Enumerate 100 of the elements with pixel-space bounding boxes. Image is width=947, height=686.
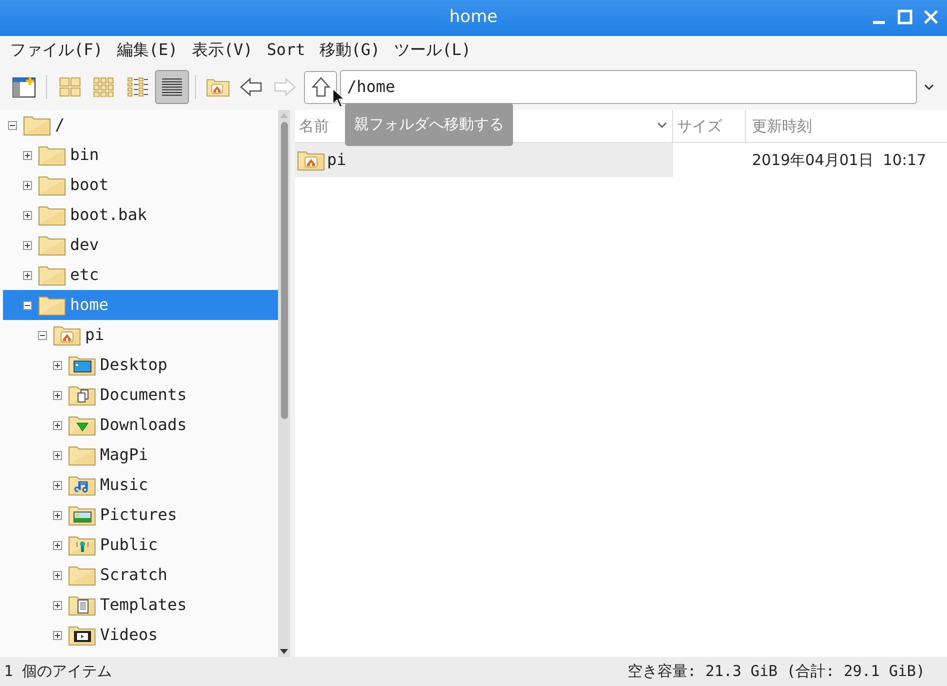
folder-icon bbox=[68, 414, 96, 436]
tree-item[interactable]: etc bbox=[3, 260, 278, 290]
expand-icon[interactable] bbox=[53, 510, 62, 520]
folder-icon bbox=[68, 534, 96, 556]
expand-icon[interactable] bbox=[53, 540, 62, 550]
column-header[interactable]: サイズ bbox=[673, 110, 746, 142]
menu-item[interactable]: 表示(V) bbox=[192, 38, 253, 62]
tree-item[interactable]: bin bbox=[3, 140, 278, 170]
collapse-icon[interactable] bbox=[8, 120, 17, 130]
tree-item[interactable]: Music bbox=[3, 470, 278, 500]
file-name: pi bbox=[327, 149, 346, 171]
tree-label: Music bbox=[100, 474, 148, 496]
tree-label: boot bbox=[70, 174, 109, 196]
path-field[interactable]: /home bbox=[340, 70, 917, 104]
scroll-down-icon[interactable] bbox=[280, 649, 288, 655]
tooltip: 親フォルダへ移動する bbox=[345, 103, 513, 146]
menu-item[interactable]: Sort bbox=[266, 38, 306, 62]
tree-item[interactable]: Templates bbox=[3, 590, 278, 620]
tree-item[interactable]: Desktop bbox=[3, 350, 278, 380]
tree-label: bin bbox=[70, 144, 99, 166]
window-title: home bbox=[449, 6, 498, 30]
tree-item[interactable]: Public bbox=[3, 530, 278, 560]
expand-icon[interactable] bbox=[23, 210, 32, 220]
tree-label: Pictures bbox=[100, 504, 178, 526]
menu-item[interactable]: 移動(G) bbox=[319, 38, 380, 62]
tree-item[interactable]: pi bbox=[3, 320, 278, 350]
expand-icon[interactable] bbox=[23, 240, 32, 250]
folder-icon bbox=[68, 384, 96, 406]
tree-item[interactable]: boot bbox=[3, 170, 278, 200]
tree-item[interactable]: MagPi bbox=[3, 440, 278, 470]
expand-icon[interactable] bbox=[53, 420, 62, 430]
folder-icon bbox=[23, 114, 51, 136]
tree-label: Videos bbox=[100, 624, 158, 646]
folder-icon bbox=[38, 204, 66, 226]
tree-label: home bbox=[70, 294, 109, 316]
expand-icon[interactable] bbox=[23, 180, 32, 190]
grid-view-icon bbox=[93, 77, 115, 97]
tree-label: etc bbox=[70, 264, 99, 286]
view-button[interactable] bbox=[155, 70, 189, 104]
tree-item[interactable]: Scratch bbox=[3, 560, 278, 590]
tree-label: / bbox=[55, 114, 65, 136]
expand-icon[interactable] bbox=[53, 630, 62, 640]
folder-icon bbox=[38, 144, 66, 166]
scrollbar[interactable] bbox=[278, 110, 290, 657]
menu-item[interactable]: ファイル(F) bbox=[10, 38, 103, 62]
tree-item[interactable]: / bbox=[3, 110, 278, 140]
expand-icon[interactable] bbox=[53, 360, 62, 370]
collapse-icon[interactable] bbox=[23, 300, 32, 310]
folder-icon bbox=[38, 264, 66, 286]
folder-icon bbox=[68, 564, 96, 586]
folder-icon bbox=[68, 444, 96, 466]
home-folder-icon bbox=[206, 77, 230, 97]
folder-icon bbox=[38, 174, 66, 196]
tree-item[interactable]: Downloads bbox=[3, 410, 278, 440]
back-arrow-icon bbox=[239, 77, 263, 97]
free-space: 空き容量: 21.3 GiB (合計: 29.1 GiB) bbox=[627, 661, 925, 682]
up-button[interactable] bbox=[304, 70, 337, 104]
tree-label: Documents bbox=[100, 384, 187, 406]
new-window-icon bbox=[12, 76, 36, 98]
list-view-icon bbox=[127, 77, 149, 97]
forward-arrow-icon bbox=[273, 77, 297, 97]
tree-item[interactable]: Pictures bbox=[3, 500, 278, 530]
tree-label: dev bbox=[70, 234, 99, 256]
expand-icon[interactable] bbox=[53, 450, 62, 460]
tree-label: Desktop bbox=[100, 354, 168, 376]
tree-label: Templates bbox=[100, 594, 187, 616]
expand-icon[interactable] bbox=[53, 570, 62, 580]
close-icon[interactable] bbox=[923, 8, 939, 26]
maximize-icon[interactable] bbox=[897, 8, 913, 26]
expand-icon[interactable] bbox=[23, 270, 32, 280]
folder-icon bbox=[68, 354, 96, 376]
menu-item[interactable]: 編集(E) bbox=[116, 38, 178, 62]
icon-view-icon bbox=[59, 77, 81, 97]
tree-item[interactable]: Videos bbox=[3, 620, 278, 650]
tree-item[interactable]: boot.bak bbox=[3, 200, 278, 230]
expand-icon[interactable] bbox=[23, 150, 32, 160]
tree-label: Scratch bbox=[100, 564, 168, 586]
collapse-icon[interactable] bbox=[38, 330, 47, 340]
tree-item[interactable]: Documents bbox=[3, 380, 278, 410]
tree-label: Downloads bbox=[100, 414, 187, 436]
folder-icon bbox=[68, 594, 96, 616]
tree-label: MagPi bbox=[100, 444, 148, 466]
tree-item[interactable]: home bbox=[3, 290, 278, 320]
tree-label: pi bbox=[85, 324, 104, 346]
folder-icon bbox=[38, 234, 66, 256]
up-arrow-icon bbox=[310, 76, 330, 98]
sort-caret-icon bbox=[656, 122, 668, 130]
menu-item[interactable]: ツール(L) bbox=[394, 38, 472, 62]
folder-icon bbox=[53, 324, 81, 346]
expand-icon[interactable] bbox=[53, 600, 62, 610]
item-count: 1 個のアイテム bbox=[4, 661, 112, 682]
column-header[interactable]: 更新時刻 bbox=[746, 110, 947, 142]
tree-label: boot.bak bbox=[70, 204, 148, 226]
tree-label: Public bbox=[100, 534, 158, 556]
expand-icon[interactable] bbox=[53, 480, 62, 490]
modified-date: 2019年04月01日 10:17 bbox=[751, 150, 928, 171]
folder-icon bbox=[68, 624, 96, 646]
expand-icon[interactable] bbox=[53, 390, 62, 400]
tree-item[interactable]: dev bbox=[3, 230, 278, 260]
detail-view-icon bbox=[161, 77, 183, 97]
